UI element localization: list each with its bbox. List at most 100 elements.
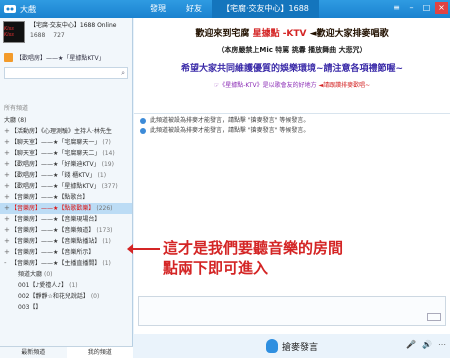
channel-name: 【音樂房】——★【主播直播間】: [11, 260, 101, 267]
channel-name: 【音樂房】——★【音樂所示】: [11, 249, 95, 256]
expand-icon[interactable]: +: [4, 159, 11, 170]
banner-line1-b: 星據點 -KTV: [252, 29, 307, 39]
maximize-icon[interactable]: □: [420, 2, 433, 14]
subchannel-label: 003【】: [18, 304, 42, 311]
subchannel-item[interactable]: 003【】: [0, 302, 132, 313]
channel-item[interactable]: + 【聊天室】——★「宅腐聊天二」 (14): [0, 148, 132, 159]
banner-line3: 希望大家共同維護優質的娛樂環境~請注意各項禮節喔~: [180, 64, 404, 74]
channel-item[interactable]: + 【音樂房】——★【音樂頻道】 (173): [0, 225, 132, 236]
channel-count: (19): [101, 161, 114, 168]
channel-name: 【音樂房】——★【音樂頻道】: [11, 227, 95, 234]
subchannel-count: (0): [44, 271, 53, 278]
channel-item[interactable]: + 【音樂房】——★【點歌歡樂】 (226): [0, 203, 132, 214]
main-panel: 歡迎來到宅腐 星據點 -KTV ◄歡迎大家排麥唱歌 （本房嚴禁上Mic 特罵 挑…: [127, 18, 450, 358]
channel-name: 【歡唱房】——★「錢 櫃KTV」: [11, 172, 96, 179]
annotation: 這才是我們要聽音樂的房間 點兩下即可進入: [127, 238, 343, 278]
subchannel-item[interactable]: 001【♪愛禮人♪】 (1): [0, 280, 132, 291]
grab-mic-button[interactable]: 搶麥發言: [265, 339, 318, 353]
tab-room[interactable]: 【宅腐‧交友中心】1688: [212, 0, 319, 18]
tab-latest-channels[interactable]: 最新頻道: [0, 347, 67, 358]
chat-notice: 此頻道被設為排麥才能發言，請點擊 "搶麥發言" 等候發言。: [134, 116, 450, 126]
subchannel-item[interactable]: 頻道大廳 (0): [0, 269, 132, 280]
speaker-icon[interactable]: 🔊: [422, 340, 432, 349]
channel-name: 【音樂房】——★【點歌歡樂】: [11, 205, 95, 212]
expand-icon[interactable]: +: [4, 170, 11, 181]
info-icon: [140, 118, 146, 124]
expand-icon[interactable]: +: [4, 148, 11, 159]
channel-item[interactable]: + 【活動房】《心理測驗》主持人‧林先生: [0, 126, 132, 137]
mic-icon: [265, 339, 278, 353]
mic-label: 搶麥發言: [281, 342, 318, 353]
subchannel-count: (1): [69, 282, 78, 289]
channel-item[interactable]: + 【聊天室】——★「宅腐聊天一」 (7): [0, 137, 132, 148]
microphone-volume-icon[interactable]: 🎤: [406, 340, 416, 349]
subchannel-label: 001【♪愛禮人♪】: [18, 282, 68, 289]
lobby-item[interactable]: 大廳 (8): [0, 115, 132, 126]
mic-bar: 搶麥發言 🎤 🔊 ⋯: [134, 334, 450, 358]
tab-discover[interactable]: 發現: [140, 0, 176, 18]
channel-item[interactable]: - 【音樂房】——★【主播直播間】 (1): [0, 258, 132, 269]
title-bar: 大戲 發現 好友 【宅腐‧交友中心】1688 ≡ – □ ×: [0, 0, 450, 18]
menu-icon[interactable]: ≡: [390, 2, 403, 14]
arrow-left-icon: [127, 244, 160, 254]
subchannel-item[interactable]: 002【靜靜☆和花兒說話】 (0): [0, 291, 132, 302]
expand-icon[interactable]: +: [4, 192, 11, 203]
subchannel-count: (0): [90, 293, 100, 300]
chat-notice: 此頻道被設為排麥才能發言，請點擊 "搶麥發言" 等候發言。: [134, 126, 450, 136]
tab-my-channels[interactable]: 我的頻道: [66, 347, 133, 358]
expand-icon[interactable]: +: [4, 236, 11, 247]
more-icon[interactable]: ⋯: [438, 340, 446, 349]
room-logo-text: Kiss Kiss: [4, 26, 14, 38]
search-icon[interactable]: ⌕: [121, 69, 125, 78]
channel-item[interactable]: + 【歡唱房】——★「錢 櫃KTV」 (1): [0, 170, 132, 181]
channel-name: 【聊天室】——★「宅腐聊天一」: [11, 139, 101, 146]
channel-name: 【音樂房】——★【音樂現場台】: [11, 216, 101, 223]
expand-icon[interactable]: +: [4, 126, 11, 137]
channel-count: (7): [102, 139, 111, 146]
audio-controls: 🎤 🔊 ⋯: [406, 340, 446, 349]
channel-count: (226): [96, 205, 113, 212]
app-title: 大戲: [20, 4, 36, 14]
info-icon: [140, 128, 146, 134]
channel-item[interactable]: + 【歡唱房】——★「好樂迪KTV」 (19): [0, 159, 132, 170]
section-label: 所有頻道: [4, 105, 29, 112]
app-logo-icon: [2, 2, 18, 16]
expand-icon[interactable]: +: [4, 225, 11, 236]
channel-name: 【音樂房】——★【音樂點播站】: [11, 238, 101, 245]
send-icon[interactable]: [427, 313, 441, 321]
banner-line4-a: ☞《星據點-KTV》是以歌會友的好地方: [213, 82, 317, 89]
expand-icon[interactable]: +: [4, 137, 11, 148]
channel-count: (14): [102, 150, 115, 157]
tab-friends[interactable]: 好友: [176, 0, 212, 18]
room-avatar[interactable]: Kiss Kiss: [3, 21, 25, 43]
channel-name: 【歡唱房】——★「星據點KTV」: [11, 183, 100, 190]
sidebar-bottom-tabs: 最新頻道 我的頻道: [0, 346, 133, 358]
expand-icon[interactable]: +: [4, 214, 11, 225]
channel-count: (377): [101, 183, 118, 190]
minimize-icon[interactable]: –: [405, 2, 418, 14]
room-id: 1688: [30, 32, 46, 39]
channel-item[interactable]: + 【音樂房】——★【音樂所示】: [0, 247, 132, 258]
annotation-line2: 點兩下即可進入: [163, 259, 269, 277]
subchannel-list: 頻道大廳 (0) 001【♪愛禮人♪】 (1) 002【靜靜☆和花兒說話】 (0) 003【…: [0, 269, 132, 313]
banner-line1-a: 歡迎來到宅腐: [195, 29, 250, 39]
close-icon[interactable]: ×: [435, 2, 448, 14]
channel-name: 【活動房】《心理測驗》主持人‧林先生: [11, 128, 112, 135]
collapse-icon[interactable]: -: [4, 258, 11, 269]
message-input[interactable]: [138, 296, 446, 326]
channel-item[interactable]: + 【音樂房】——★【音樂點播站】 (1): [0, 236, 132, 247]
expand-icon[interactable]: +: [4, 247, 11, 258]
expand-icon[interactable]: +: [4, 181, 11, 192]
chat-area: 此頻道被設為排麥才能發言，請點擊 "搶麥發言" 等候發言。 此頻道被設為排麥才能…: [127, 116, 450, 306]
subchannel-label: 頻道大廳: [18, 271, 43, 278]
channel-sidebar: Kiss Kiss 【宅腐‧交友中心】1688 Online 1688 727 …: [0, 18, 133, 358]
channel-item[interactable]: + 【歡唱房】——★「星據點KTV」 (377): [0, 181, 132, 192]
search-input[interactable]: ⌕: [4, 67, 128, 79]
channel-count: (1): [97, 172, 107, 179]
banner-line2: （本房嚴禁上Mic 特罵 挑釁 播放舞曲 大悲咒）: [217, 46, 367, 54]
expand-icon[interactable]: +: [4, 203, 11, 214]
channel-name: 【聊天室】——★「宅腐聊天二」: [11, 150, 101, 157]
channel-item[interactable]: + 【音樂房】——★【音樂現場台】: [0, 214, 132, 225]
channel-item[interactable]: + 【音樂房】——★【點歌台】: [0, 192, 132, 203]
channel-count: (1): [102, 260, 111, 267]
